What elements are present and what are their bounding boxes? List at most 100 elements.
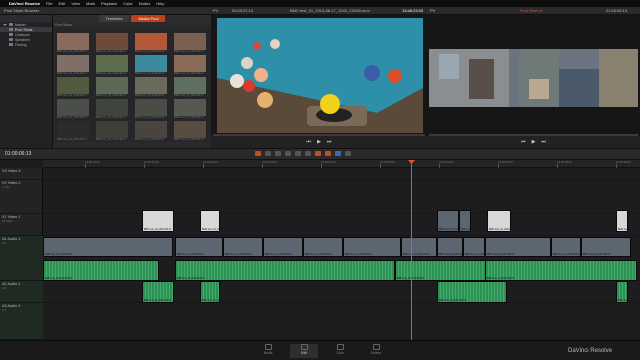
- media-thumbnail[interactable]: BMC test_01_2013-08-17: [96, 55, 128, 75]
- replace-icon[interactable]: [305, 151, 311, 156]
- media-thumbnail[interactable]: BMC test_01_2013-08-17: [96, 77, 128, 97]
- media-thumbnail[interactable]: BMC test_01_2013-08-17: [135, 55, 167, 75]
- video-clip[interactable]: BMC test_01_2013-08-17: [43, 237, 173, 257]
- media-thumbnail[interactable]: BMC test_01_2013-08-17: [174, 99, 206, 119]
- video-clip[interactable]: BMC test_01_2013-08-17: [551, 237, 581, 257]
- tab-timelines[interactable]: Timelines: [98, 15, 130, 22]
- menu-mark[interactable]: Mark: [86, 1, 95, 6]
- track-header-a2[interactable]: A2 Audio 2 2.0: [0, 281, 43, 303]
- media-thumbnail[interactable]: BMC test_01_2013-08-17: [135, 99, 167, 119]
- page-color[interactable]: Color: [326, 344, 354, 358]
- video-clip[interactable]: BMC test_01_2013-08-17: [485, 237, 551, 257]
- blade-tool-icon[interactable]: [275, 151, 281, 156]
- flag-icon[interactable]: [335, 151, 341, 156]
- video-clip[interactable]: BMC test_01_2013-08-17: [263, 237, 303, 257]
- audio-clip[interactable]: BMC test_01_2013-08-17: [175, 260, 395, 281]
- media-thumbnail[interactable]: BMC test_01_2013-08-17: [174, 121, 206, 141]
- media-thumbnail[interactable]: BMC test_01_2013-08-17: [57, 55, 89, 75]
- tab-media-pool[interactable]: Media Pool: [131, 15, 166, 22]
- rewind-icon[interactable]: ⏮: [307, 139, 312, 145]
- video-clip[interactable]: BMC test_01_2013-08-17: [343, 237, 401, 257]
- fast-forward-icon[interactable]: ⏭: [541, 139, 546, 145]
- media-thumbnail[interactable]: BMC test_01_2013-08-17: [135, 121, 167, 141]
- bin-fishing[interactable]: Fishing: [0, 42, 52, 47]
- media-thumbnail[interactable]: BMC test_01_2013-08-17: [96, 121, 128, 141]
- rewind-icon[interactable]: ⏮: [521, 139, 526, 145]
- menu-edit[interactable]: Edit: [59, 1, 66, 6]
- link-icon[interactable]: [325, 151, 331, 156]
- video-clip[interactable]: BMC test_01_2013-08-17: [616, 210, 628, 232]
- video-clip[interactable]: BMC test_01_2013-08-17: [142, 210, 174, 232]
- disclosure-triangle-icon[interactable]: [3, 23, 7, 26]
- video-clip[interactable]: BMC test_01_2013-08-17: [401, 237, 437, 257]
- overwrite-icon[interactable]: [295, 151, 301, 156]
- video-clip[interactable]: BMC test_01_2013-08-17: [303, 237, 343, 257]
- fast-forward-icon[interactable]: ⏭: [327, 139, 332, 145]
- timeline-name[interactable]: Pool Shot v1: [520, 8, 543, 13]
- media-thumbnail[interactable]: BMC test_01_2013-08-17: [57, 77, 89, 97]
- video-clip[interactable]: BMC test_01_2013-08-17: [175, 237, 223, 257]
- timeline-ruler[interactable]: 01:00:00:00 01:00:01:00 01:00:02:00 01:00:0…: [43, 160, 640, 168]
- video-clip[interactable]: BMC test_01_2013-08-17: [200, 210, 220, 232]
- record-label[interactable]: PV: [430, 8, 435, 13]
- media-thumbnail[interactable]: BMC test_01_2013-08-17: [57, 121, 89, 141]
- menu-app-name[interactable]: DaVinci Resolve: [9, 1, 40, 6]
- track-lane[interactable]: [43, 168, 640, 180]
- page-deliver[interactable]: Deliver: [362, 344, 390, 358]
- trim-tool-icon[interactable]: [265, 151, 271, 156]
- menu-playback[interactable]: Playback: [101, 1, 117, 6]
- audio-clip[interactable]: BMC test_01_2013-08-17: [142, 281, 174, 303]
- track-header-a1[interactable]: A1 Audio 1 2.0: [0, 236, 43, 281]
- menu-view[interactable]: View: [71, 1, 80, 6]
- source-label[interactable]: PV: [213, 8, 218, 13]
- video-clip[interactable]: BMC test_01_2013-08-17: [487, 210, 511, 232]
- media-thumbnail[interactable]: BMC test_01_2013-08-17: [174, 55, 206, 75]
- audio-clip[interactable]: BMC test_01_2013-08-17: [395, 260, 489, 281]
- track-header-v1[interactable]: V1 Video 1 15 Clips: [0, 214, 43, 236]
- menu-nodes[interactable]: Nodes: [139, 1, 151, 6]
- video-clip[interactable]: BMC test_01_2013-08-17: [223, 237, 263, 257]
- marker-icon[interactable]: [345, 151, 351, 156]
- audio-clip[interactable]: BMC test_01_2013-08-17: [616, 281, 628, 303]
- timeline-area[interactable]: BMC test_01_2013-08-17BMC test_01_2013-0…: [43, 168, 640, 340]
- play-icon[interactable]: ▶: [532, 139, 536, 145]
- media-thumbnail[interactable]: BMC test_01_2013-08-17: [96, 99, 128, 119]
- play-icon[interactable]: ▶: [317, 139, 321, 145]
- audio-clip[interactable]: BMC test_01_2013-08-17: [437, 281, 507, 303]
- media-thumbnail[interactable]: BMC test_01_2013-08-17: [174, 33, 206, 53]
- media-thumbnail[interactable]: BMC test_01_2013-08-17: [135, 77, 167, 97]
- audio-clip[interactable]: BMC test_01_2013-08-17: [485, 260, 637, 281]
- audio-clip[interactable]: BMC test_01_2013-08-17: [200, 281, 220, 303]
- source-frame[interactable]: [217, 18, 423, 133]
- page-label: Color: [336, 351, 344, 355]
- clip-label: BMC test_01_2013-08-17: [144, 299, 172, 302]
- pointer-tool-icon[interactable]: [255, 151, 261, 156]
- media-thumbnail[interactable]: BMC test_01_2013-08-17: [174, 77, 206, 97]
- menu-color[interactable]: Color: [123, 1, 133, 6]
- video-clip[interactable]: BMC test_01_2013-08-17: [463, 237, 485, 257]
- page-edit[interactable]: Edit: [290, 344, 318, 358]
- menu-file[interactable]: File: [46, 1, 52, 6]
- track-lane[interactable]: [43, 281, 640, 303]
- video-clip[interactable]: BMC test_01_2013-08-17: [437, 210, 459, 232]
- snapping-icon[interactable]: [315, 151, 321, 156]
- video-clip[interactable]: BMC test_01_2013-08-17: [581, 237, 631, 257]
- video-clip[interactable]: BMC test_01_2013-08-17: [459, 210, 471, 232]
- track-header-v3[interactable]: V3 Video 3: [0, 168, 43, 180]
- track-lane[interactable]: [43, 214, 640, 236]
- video-clip[interactable]: BMC test_01_2013-08-17: [437, 237, 463, 257]
- record-frame[interactable]: [429, 49, 638, 107]
- media-thumbnail[interactable]: BMC test_01_2013-08-17: [135, 33, 167, 53]
- media-thumbnail[interactable]: BMC test_01_2013-08-17: [96, 33, 128, 53]
- page-media[interactable]: Media: [254, 344, 282, 358]
- track-header-v2[interactable]: V2 Video 21 Clip: [0, 180, 43, 214]
- media-thumbnail[interactable]: BMC test_01_2013-08-17: [57, 33, 89, 53]
- menu-help[interactable]: Help: [156, 1, 164, 6]
- track-header-a3[interactable]: A3 Audio 3 2.0: [0, 303, 43, 340]
- audio-clip[interactable]: BMC test_01_2013-08-17: [43, 260, 159, 281]
- playhead[interactable]: [411, 160, 412, 340]
- insert-icon[interactable]: [285, 151, 291, 156]
- track-lane[interactable]: [43, 180, 640, 214]
- media-thumbnail[interactable]: BMC test_01_2013-08-17: [57, 99, 89, 119]
- track-lane[interactable]: [43, 303, 640, 340]
